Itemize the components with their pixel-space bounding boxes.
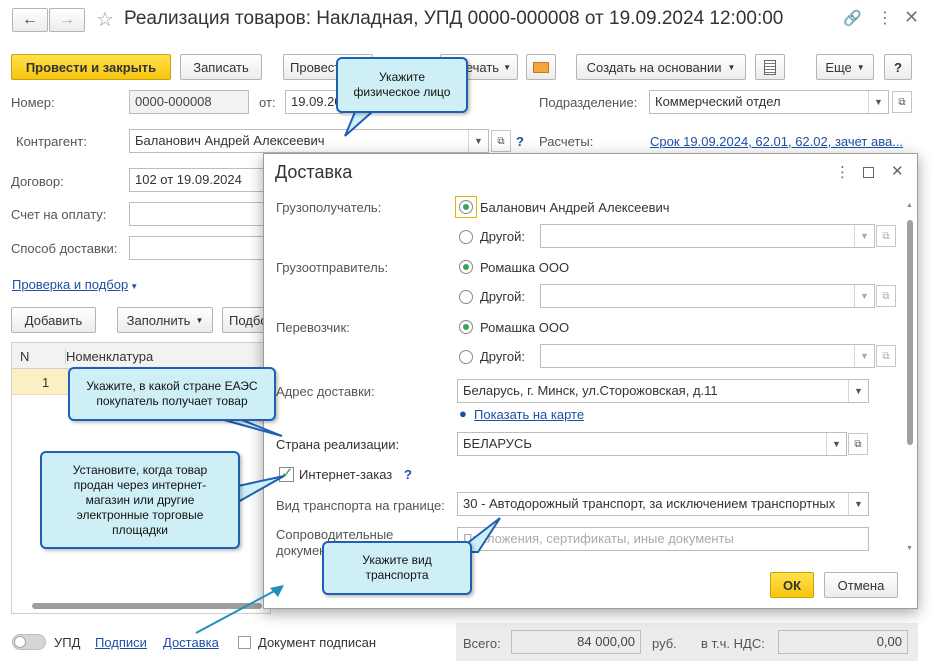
pointer-physical-person <box>344 111 375 137</box>
arrow-head-delivery <box>270 585 284 597</box>
pointer-country <box>223 419 283 437</box>
callout-country: Укажите, в какой стране ЕАЭС покупатель … <box>68 367 276 421</box>
callout-internet-order: Установите, когда товар продан через инт… <box>40 451 240 549</box>
pointer-internet <box>237 475 285 504</box>
arrow-to-delivery <box>195 588 279 634</box>
callout-physical-person: Укажите физическое лицо <box>336 57 468 113</box>
callout-transport: Укажите вид транспорта <box>322 541 472 595</box>
